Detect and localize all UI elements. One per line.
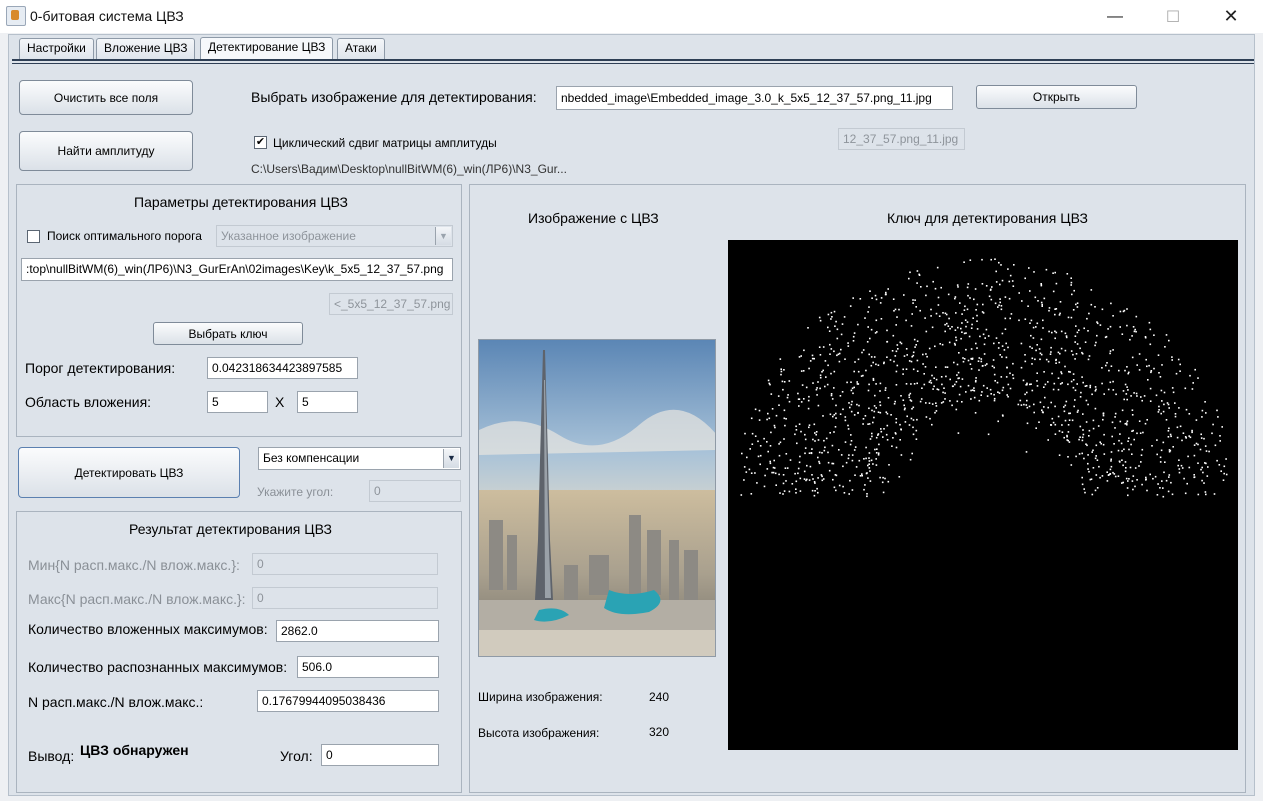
max-ratio-label: Макс{N расп.макс./N влож.макс.}: bbox=[28, 591, 246, 607]
watermarked-image-preview bbox=[478, 339, 716, 657]
params-panel-title: Параметры детектирования ЦВЗ bbox=[134, 194, 348, 210]
recognized-count-label: Количество распознанных максимумов: bbox=[28, 659, 288, 675]
min-ratio-field: 0 bbox=[252, 553, 438, 575]
optimal-threshold-label: Поиск оптимального порога bbox=[47, 229, 202, 243]
region-x-label: X bbox=[275, 394, 285, 410]
clear-all-fields-button[interactable]: Очистить все поля bbox=[19, 80, 193, 115]
image-preview-title: Изображение с ЦВЗ bbox=[528, 210, 659, 226]
embedded-count-label: Количество вложенных максимумов: bbox=[28, 621, 268, 637]
chevron-down-icon[interactable]: ▼ bbox=[443, 449, 459, 468]
compensation-select[interactable]: Без компенсации ▼ bbox=[258, 447, 461, 470]
checkmark-icon: ✔ bbox=[255, 136, 266, 148]
chevron-down-icon: ▼ bbox=[435, 227, 451, 245]
image-width-label: Ширина изображения: bbox=[478, 690, 603, 704]
min-ratio-label: Мин{N расп.макс./N влож.макс.}: bbox=[28, 557, 240, 573]
open-button[interactable]: Открыть bbox=[976, 85, 1137, 109]
detect-watermark-button[interactable]: Детектировать ЦВЗ bbox=[18, 447, 240, 498]
key-dot-pattern bbox=[740, 258, 1228, 498]
key-filename-field: <_5x5_12_37_57.png bbox=[329, 293, 453, 315]
image-height-label: Высота изображения: bbox=[478, 726, 600, 740]
tab-separator bbox=[12, 59, 1254, 61]
tab-settings[interactable]: Настройки bbox=[19, 38, 94, 59]
angle-prompt-field: 0 bbox=[369, 480, 461, 502]
image-width-value: 240 bbox=[649, 690, 670, 704]
ratio-field[interactable]: 0.17679944095038436 bbox=[257, 690, 439, 712]
threshold-field[interactable]: 0.042318634423897585 bbox=[207, 357, 358, 379]
output-label: Вывод: bbox=[28, 748, 75, 764]
close-button[interactable]: ✕ bbox=[1208, 0, 1254, 33]
select-image-label: Выбрать изображение для детектирования: bbox=[251, 89, 537, 105]
region-height-field[interactable]: 5 bbox=[297, 391, 358, 413]
threshold-label: Порог детектирования: bbox=[25, 360, 176, 376]
window-title: 0-битовая система ЦВЗ bbox=[30, 8, 184, 24]
tab-embedding[interactable]: Вложение ЦВЗ bbox=[96, 38, 196, 59]
city-photo bbox=[479, 340, 715, 656]
tab-attacks[interactable]: Атаки bbox=[337, 38, 385, 59]
tab-detection[interactable]: Детектирование ЦВЗ bbox=[200, 37, 334, 60]
optimal-threshold-checkbox[interactable] bbox=[27, 230, 40, 243]
region-label: Область вложения: bbox=[25, 394, 152, 410]
select-key-button[interactable]: Выбрать ключ bbox=[153, 322, 303, 345]
image-height-value: 320 bbox=[649, 725, 670, 739]
region-width-field[interactable]: 5 bbox=[207, 391, 268, 413]
recognized-count-field[interactable]: 506.0 bbox=[297, 656, 439, 678]
angle-prompt-label: Укажите угол: bbox=[257, 485, 334, 499]
key-path-field[interactable]: :top\nullBitWM(6)_win(ЛР6)\N3_GurErAn\02… bbox=[21, 258, 453, 281]
find-amplitude-button[interactable]: Найти амплитуду bbox=[19, 131, 193, 171]
ratio-label: N расп.макс./N влож.макс.: bbox=[28, 694, 204, 710]
minimize-button[interactable]: — bbox=[1092, 0, 1138, 33]
embedded-count-field[interactable]: 2862.0 bbox=[276, 620, 439, 642]
cyclic-shift-checkbox[interactable]: ✔ bbox=[254, 136, 267, 149]
image-path-field[interactable]: nbedded_image\Embedded_image_3.0_k_5x5_1… bbox=[556, 86, 953, 110]
key-preview-title: Ключ для детектирования ЦВЗ bbox=[887, 210, 1088, 226]
output-value: ЦВЗ обнаружен bbox=[80, 742, 189, 758]
tab-separator bbox=[12, 63, 1254, 64]
max-ratio-field: 0 bbox=[252, 587, 438, 609]
angle-label: Угол: bbox=[280, 748, 313, 764]
title-bar bbox=[0, 0, 1263, 33]
result-panel-title: Результат детектирования ЦВЗ bbox=[129, 521, 332, 537]
angle-field[interactable]: 0 bbox=[321, 744, 439, 766]
image-filename-field: 12_37_57.png_11.jpg bbox=[838, 128, 965, 150]
source-select-value: Указанное изображение bbox=[221, 229, 356, 243]
cyclic-shift-label: Циклический сдвиг матрицы амплитуды bbox=[273, 136, 497, 150]
compensation-select-value: Без компенсации bbox=[263, 451, 360, 465]
source-select: Указанное изображение ▼ bbox=[216, 225, 453, 247]
directory-path-label: C:\Users\Вадим\Desktop\nullBitWM(6)_win(… bbox=[251, 162, 567, 176]
java-app-icon bbox=[6, 6, 26, 26]
maximize-button[interactable]: ☐ bbox=[1150, 0, 1196, 33]
detection-key-preview bbox=[728, 240, 1238, 750]
